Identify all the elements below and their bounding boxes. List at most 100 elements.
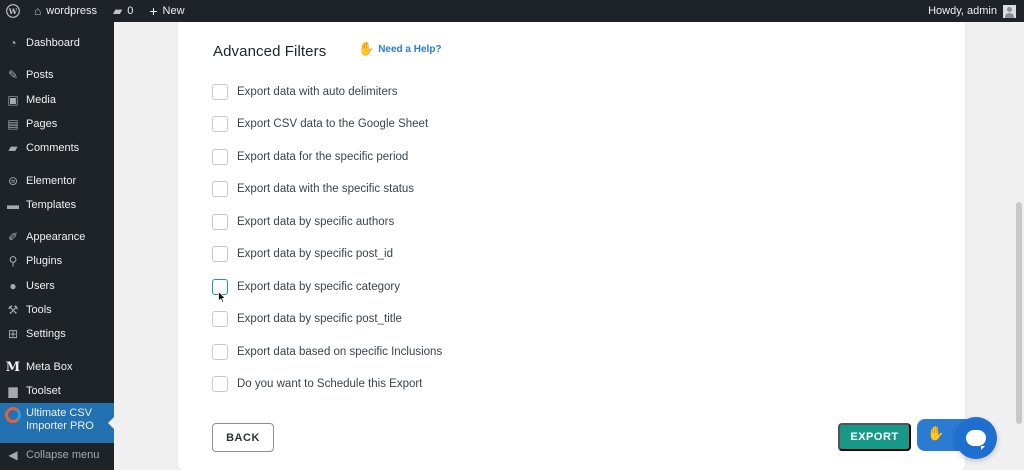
checkbox[interactable] [212, 246, 228, 262]
sidebar-item-label: Appearance [26, 231, 86, 243]
help-link[interactable]: ✋ Need a Help? [358, 41, 442, 57]
sidebar-item-comments[interactable]: ▰ Comments [0, 137, 114, 159]
filter-option-label: Export data by specific post_title [237, 313, 402, 325]
elementor-icon: ⊜ [7, 174, 19, 188]
dashboard-icon: ◔ [9, 36, 17, 50]
advanced-filters-panel: Advanced Filters ✋ Need a Help? Export d… [178, 22, 965, 470]
filter-option-specific-inclusions[interactable]: Export data based on specific Inclusions [212, 343, 442, 361]
sidebar-item-media[interactable]: ▣ Media [0, 89, 114, 111]
filter-option-label: Do you want to Schedule this Export [237, 378, 423, 390]
chat-launcher-button[interactable] [955, 417, 997, 459]
metabox-icon: M [5, 359, 21, 375]
filter-option-label: Export data with the specific status [237, 183, 415, 195]
help-link-text: Need a Help? [378, 43, 442, 55]
export-button[interactable]: EXPORT [838, 423, 911, 451]
sidebar-item-label: Posts [26, 69, 54, 81]
comment-icon: ▰ [8, 141, 18, 155]
hand-wave-icon: ✋ [358, 41, 375, 56]
sidebar-item-tools[interactable]: ⚒ Tools [0, 299, 114, 321]
sidebar-item-label: Toolset [26, 385, 61, 397]
checkbox[interactable] [212, 181, 228, 197]
filter-option-label: Export data by specific category [237, 281, 400, 293]
wrench-icon: ⚒ [7, 303, 19, 317]
filter-option-specific-post-title[interactable]: Export data by specific post_title [212, 310, 402, 328]
page-title: Advanced Filters [213, 43, 327, 60]
chat-icon [966, 430, 986, 450]
checkbox[interactable] [212, 84, 228, 100]
brush-icon: ✐ [7, 230, 19, 244]
sidebar-item-pages[interactable]: ▤ Pages [0, 113, 114, 135]
home-icon: ⌂ [34, 4, 42, 18]
sidebar-item-label: Ultimate CSV Importer PRO [26, 407, 94, 432]
comment-icon: ▰ [113, 4, 123, 18]
admin-bar: W ⌂ wordpress ▰ 0 + New Howdy, admin [0, 0, 1024, 22]
filter-option-label: Export CSV data to the Google Sheet [237, 118, 429, 130]
sidebar-item-label: Comments [26, 142, 80, 154]
new-content-link[interactable]: + New [141, 0, 192, 22]
site-name-link[interactable]: ⌂ wordpress [26, 0, 105, 22]
sidebar-item-plugins[interactable]: ⚲ Plugins [0, 250, 114, 272]
sidebar-item-users[interactable]: ● Users [0, 275, 114, 297]
filter-option-label: Export data based on specific Inclusions [237, 346, 443, 358]
media-icon: ▣ [7, 93, 19, 107]
page-scrollbar[interactable] [1013, 22, 1024, 470]
filter-option-google-sheet[interactable]: Export CSV data to the Google Sheet [212, 115, 428, 133]
filter-option-label: Export data with auto delimiters [237, 86, 398, 98]
collapse-menu-button[interactable]: ◀ Collapse menu [0, 444, 114, 466]
howdy-text: Howdy, admin [928, 5, 997, 17]
filter-option-specific-period[interactable]: Export data for the specific period [212, 148, 408, 166]
sidebar-item-meta-box[interactable]: M Meta Box [0, 356, 114, 378]
checkbox[interactable] [212, 214, 228, 230]
scrollbar-thumb[interactable] [1016, 202, 1022, 424]
sidebar-item-label: Templates [26, 199, 77, 211]
svg-text:W: W [8, 7, 18, 16]
sidebar-item-label: Media [26, 94, 56, 106]
filter-option-label: Export data for the specific period [237, 151, 409, 163]
checkbox[interactable] [212, 116, 228, 132]
filter-option-auto-delimiters[interactable]: Export data with auto delimiters [212, 83, 397, 101]
plug-icon: ⚲ [8, 254, 18, 268]
sidebar-item-label: Dashboard [26, 37, 80, 49]
admin-sidebar: ◔ Dashboard ✎ Posts ▣ Media ▤ Pages ▰ Co… [0, 22, 114, 470]
sidebar-item-label: Elementor [26, 175, 77, 187]
sidebar-item-label: Meta Box [26, 361, 73, 373]
collapse-icon: ◀ [8, 448, 18, 462]
filter-option-specific-status[interactable]: Export data with the specific status [212, 180, 414, 198]
comments-link[interactable]: ▰ 0 [105, 0, 141, 22]
csv-importer-icon [5, 407, 21, 423]
sidebar-item-elementor[interactable]: ⊜ Elementor [0, 170, 114, 192]
sidebar-item-toolset[interactable]: ▆ Toolset [0, 380, 114, 402]
account-menu[interactable]: Howdy, admin [920, 0, 1024, 22]
checkbox[interactable] [212, 344, 228, 360]
back-button[interactable]: BACK [212, 423, 274, 452]
plus-icon: + [149, 3, 158, 19]
sidebar-item-label: Users [26, 280, 55, 292]
sidebar-item-ultimate-csv-importer-pro[interactable]: Ultimate CSV Importer PRO [0, 403, 114, 443]
folder-icon: ▬ [7, 198, 19, 212]
site-name: wordpress [46, 5, 97, 17]
pages-icon: ▤ [7, 117, 19, 131]
sidebar-item-label: Pages [26, 118, 58, 130]
checkbox[interactable] [212, 149, 228, 165]
sidebar-item-label: Collapse menu [26, 449, 100, 461]
user-icon: ● [9, 279, 17, 293]
filter-option-schedule-export[interactable]: Do you want to Schedule this Export [212, 375, 422, 393]
sidebar-item-settings[interactable]: ⊞ Settings [0, 323, 114, 345]
checkbox[interactable] [212, 311, 228, 327]
sidebar-item-label: Plugins [26, 255, 63, 267]
sidebar-item-appearance[interactable]: ✐ Appearance [0, 226, 114, 248]
pin-icon: ✎ [7, 68, 19, 82]
new-label: New [162, 5, 185, 17]
filter-option-specific-authors[interactable]: Export data by specific authors [212, 213, 394, 231]
filter-option-specific-post-id[interactable]: Export data by specific post_id [212, 245, 393, 263]
filter-option-specific-category[interactable]: Export data by specific category [212, 278, 400, 296]
sidebar-item-label: Settings [26, 328, 66, 340]
sidebar-item-dashboard[interactable]: ◔ Dashboard [0, 32, 114, 54]
checkbox[interactable] [212, 376, 228, 392]
settings-icon: ⊞ [7, 327, 19, 341]
wordpress-logo-icon[interactable]: W [0, 0, 26, 22]
comments-count: 0 [127, 5, 134, 17]
sidebar-item-templates[interactable]: ▬ Templates [0, 194, 114, 216]
toolset-icon: ▆ [8, 384, 18, 398]
sidebar-item-posts[interactable]: ✎ Posts [0, 64, 114, 86]
